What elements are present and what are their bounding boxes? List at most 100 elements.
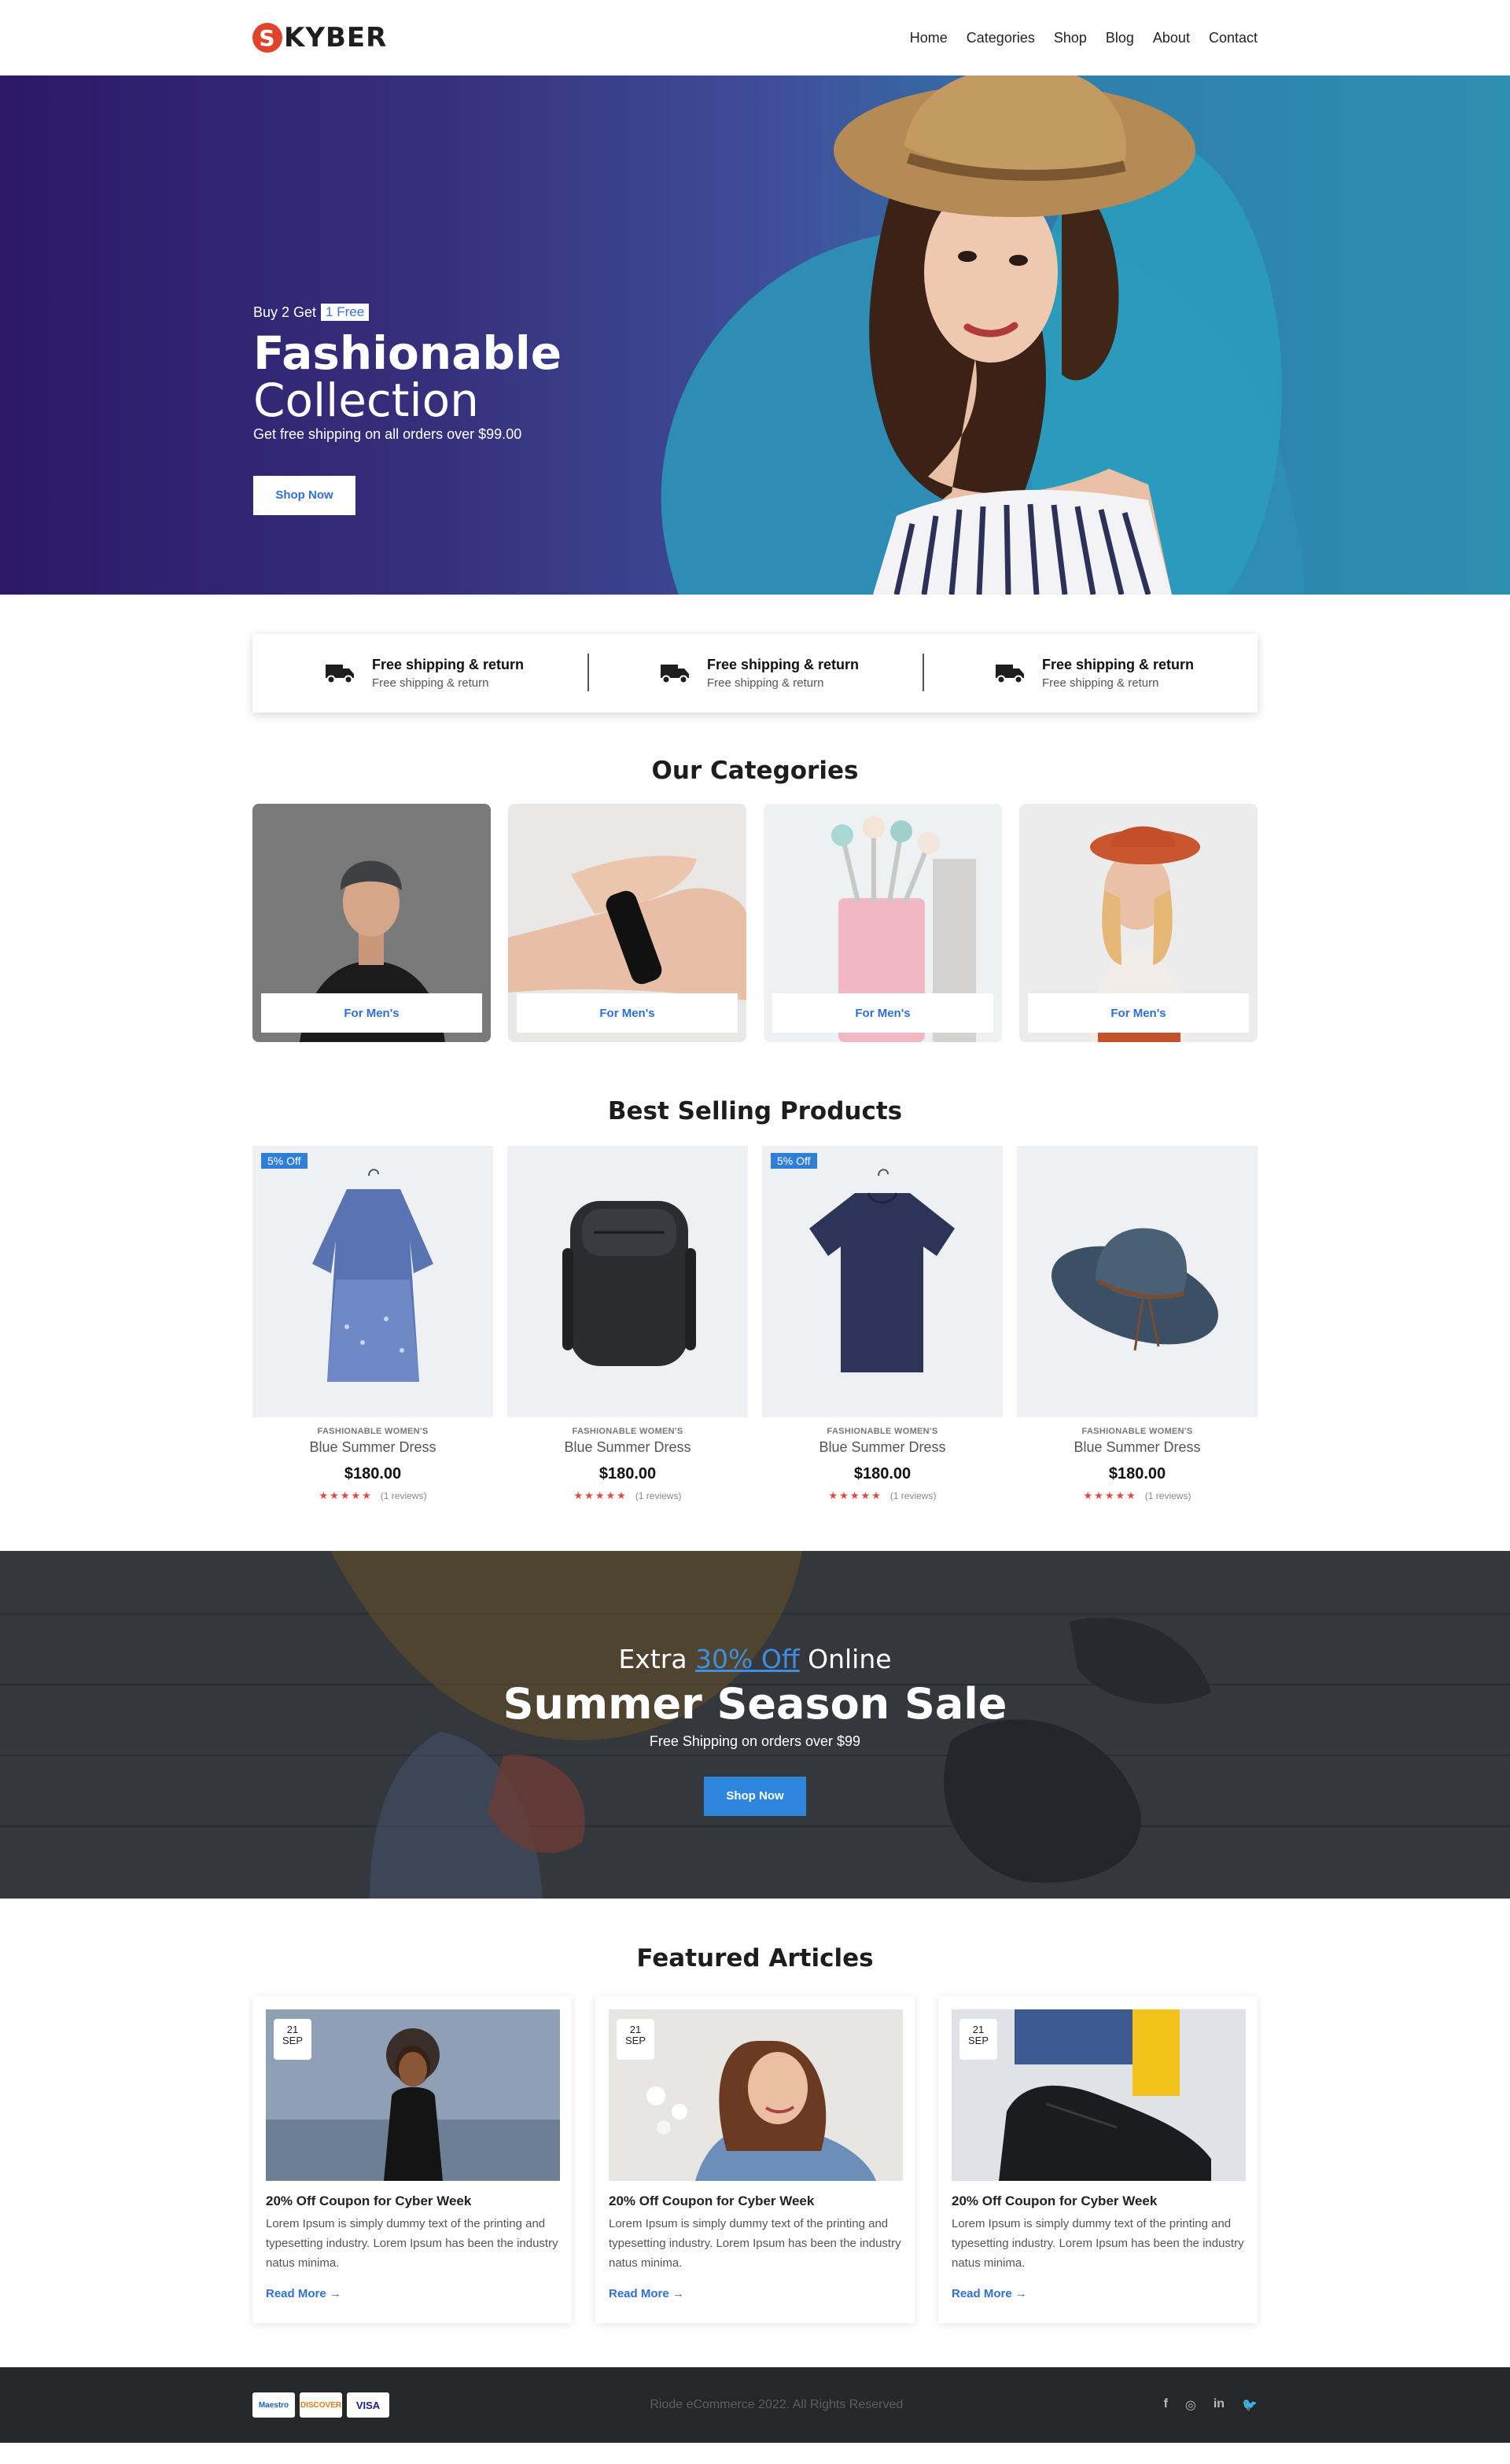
promo-prefix: Buy 2 Get bbox=[253, 304, 317, 320]
sale-subtitle: Free Shipping on orders over $99 bbox=[649, 1733, 861, 1749]
feature-item: Free shipping & return Free shipping & r… bbox=[923, 654, 1258, 691]
hero-model-image bbox=[834, 76, 1195, 595]
product-card[interactable]: 5% Off FASHIONABLE WOMEN'S Blue Summer D… bbox=[762, 1146, 1003, 1502]
article-title[interactable]: 20% Off Coupon for Cyber Week bbox=[609, 2193, 901, 2209]
sale-shop-now-button[interactable]: Shop Now bbox=[704, 1777, 806, 1816]
product-rating: ★★★★★ (1 reviews) bbox=[762, 1490, 1003, 1502]
truck-icon bbox=[996, 665, 1024, 684]
sale-prefix: Extra bbox=[618, 1644, 687, 1674]
backpack-image bbox=[562, 1201, 696, 1366]
tshirt-image bbox=[809, 1169, 955, 1372]
category-card-beauty[interactable]: For Men's bbox=[764, 804, 1002, 1042]
articles-heading: Featured Articles bbox=[636, 1944, 874, 1972]
article-card[interactable]: 21 SEP 20% Off Coupon for Cyber Week Lore… bbox=[595, 1996, 915, 2323]
feature-item: Free shipping & return Free shipping & r… bbox=[587, 654, 923, 691]
sale-highlight: 30% Off bbox=[695, 1644, 800, 1674]
social-links: f ◎ in 🐦 bbox=[1164, 2397, 1258, 2413]
product-category: FASHIONABLE WOMEN'S bbox=[572, 1427, 683, 1436]
hero-subtitle: Get free shipping on all orders over $99… bbox=[253, 426, 522, 442]
categories-grid: For Men's For Men's For Men's For Men's bbox=[252, 804, 1258, 1042]
copyright-text: Riode eCommerce 2022. All Rights Reserve… bbox=[650, 2398, 904, 2411]
category-label: For Men's bbox=[772, 993, 993, 1033]
read-more-link[interactable]: Read More → bbox=[266, 2287, 558, 2300]
product-name[interactable]: Blue Summer Dress bbox=[252, 1439, 493, 1456]
sale-banner: Extra 30% Off Online Summer Season Sale … bbox=[0, 1551, 1510, 1899]
feature-item: Free shipping & return Free shipping & r… bbox=[252, 657, 587, 690]
hero-title-line1: Fashionable bbox=[253, 326, 562, 380]
linkedin-icon[interactable]: in bbox=[1214, 2397, 1225, 2413]
nav-categories[interactable]: Categories bbox=[967, 30, 1035, 46]
read-more-link[interactable]: Read More → bbox=[609, 2287, 901, 2300]
article-title[interactable]: 20% Off Coupon for Cyber Week bbox=[266, 2193, 558, 2209]
feature-title: Free shipping & return bbox=[707, 657, 860, 672]
twitter-icon[interactable]: 🐦 bbox=[1242, 2397, 1258, 2413]
review-count: (1 reviews) bbox=[1144, 1490, 1191, 1501]
logo-text: KYBER bbox=[284, 22, 388, 53]
category-label: For Men's bbox=[261, 993, 482, 1033]
article-title[interactable]: 20% Off Coupon for Cyber Week bbox=[952, 2193, 1244, 2209]
product-card[interactable]: FASHIONABLE WOMEN'S Blue Summer Dress $1… bbox=[507, 1146, 748, 1502]
product-card[interactable]: FASHIONABLE WOMEN'S Blue Summer Dress $1… bbox=[1017, 1146, 1258, 1502]
main-menu: Home Categories Shop Blog About Contact bbox=[910, 30, 1258, 46]
nav-contact[interactable]: Contact bbox=[1209, 30, 1258, 46]
date-day: 21 bbox=[286, 2024, 299, 2035]
product-name[interactable]: Blue Summer Dress bbox=[507, 1439, 748, 1456]
article-excerpt: Lorem Ipsum is simply dummy text of the … bbox=[266, 2217, 558, 2270]
product-category: FASHIONABLE WOMEN'S bbox=[317, 1427, 429, 1436]
categories-heading: Our Categories bbox=[651, 757, 859, 785]
sale-content: Extra 30% Off Online Summer Season Sale … bbox=[0, 1644, 1510, 1816]
product-rating: ★★★★★ (1 reviews) bbox=[252, 1490, 493, 1502]
maestro-card-icon: Maestro bbox=[252, 2392, 295, 2418]
category-card-women[interactable]: For Men's bbox=[1019, 804, 1258, 1042]
product-card[interactable]: 5% Off FASHIONABLE WOMEN'S Blue Summer D… bbox=[252, 1146, 493, 1502]
category-label: For Men's bbox=[517, 993, 738, 1033]
sale-headline: Extra 30% Off Online bbox=[0, 1644, 1510, 1674]
category-card-watches[interactable]: For Men's bbox=[508, 804, 746, 1042]
category-card-men[interactable]: For Men's bbox=[252, 804, 491, 1042]
truck-icon bbox=[326, 665, 354, 684]
article-card[interactable]: 21 SEP 20% Off Coupon for Cyber Week Lore… bbox=[938, 1996, 1258, 2323]
product-category: FASHIONABLE WOMEN'S bbox=[827, 1427, 938, 1436]
read-more-link[interactable]: Read More → bbox=[952, 2287, 1244, 2300]
sale-title: Summer Season Sale bbox=[503, 1679, 1007, 1729]
discount-badge: 5% Off bbox=[771, 1153, 817, 1169]
hero-title-line2: Collection bbox=[253, 374, 479, 427]
review-count: (1 reviews) bbox=[380, 1490, 427, 1501]
facebook-icon[interactable]: f bbox=[1164, 2397, 1168, 2413]
nav-home[interactable]: Home bbox=[910, 30, 948, 46]
promo-badge: 1 Free bbox=[321, 304, 370, 321]
article-date: 21 SEP bbox=[617, 2019, 654, 2060]
brand-logo[interactable]: S KYBER bbox=[252, 22, 387, 53]
article-excerpt: Lorem Ipsum is simply dummy text of the … bbox=[609, 2217, 901, 2270]
discover-card-icon: DISCOVER bbox=[300, 2392, 342, 2418]
nav-blog[interactable]: Blog bbox=[1106, 30, 1134, 46]
star-rating-icon: ★★★★★ bbox=[828, 1490, 882, 1501]
site-footer: Maestro DISCOVER VISA Riode eCommerce 20… bbox=[0, 2367, 1510, 2443]
date-day: 21 bbox=[972, 2024, 985, 2035]
products-grid: 5% Off FASHIONABLE WOMEN'S Blue Summer D… bbox=[252, 1146, 1258, 1502]
instagram-icon[interactable]: ◎ bbox=[1185, 2397, 1196, 2413]
logo-badge: S bbox=[252, 23, 282, 53]
review-count: (1 reviews) bbox=[635, 1490, 682, 1501]
feature-title: Free shipping & return bbox=[1042, 657, 1195, 672]
date-month: SEP bbox=[967, 2035, 989, 2046]
truck-icon bbox=[661, 665, 689, 684]
article-card[interactable]: 21 SEP 20% Off Coupon for Cyber Week Lore… bbox=[252, 1996, 572, 2323]
nav-about[interactable]: About bbox=[1153, 30, 1190, 46]
product-image: 5% Off bbox=[762, 1146, 1003, 1417]
product-price: $180.00 bbox=[853, 1465, 912, 1482]
nav-shop[interactable]: Shop bbox=[1054, 30, 1087, 46]
payment-methods: Maestro DISCOVER VISA bbox=[252, 2392, 389, 2418]
product-name[interactable]: Blue Summer Dress bbox=[1017, 1439, 1258, 1456]
article-image: 21 SEP bbox=[266, 2009, 560, 2181]
product-image: 5% Off bbox=[252, 1146, 493, 1417]
star-rating-icon: ★★★★★ bbox=[1083, 1490, 1137, 1501]
product-name[interactable]: Blue Summer Dress bbox=[762, 1439, 1003, 1456]
hero-shop-now-button[interactable]: Shop Now bbox=[253, 476, 355, 515]
sale-suffix: Online bbox=[808, 1644, 892, 1674]
date-day: 21 bbox=[629, 2024, 642, 2035]
article-image: 21 SEP bbox=[952, 2009, 1246, 2181]
features-bar: Free shipping & return Free shipping & r… bbox=[252, 634, 1258, 713]
review-count: (1 reviews) bbox=[889, 1490, 937, 1501]
top-navigation: S KYBER Home Categories Shop Blog About … bbox=[0, 0, 1510, 76]
